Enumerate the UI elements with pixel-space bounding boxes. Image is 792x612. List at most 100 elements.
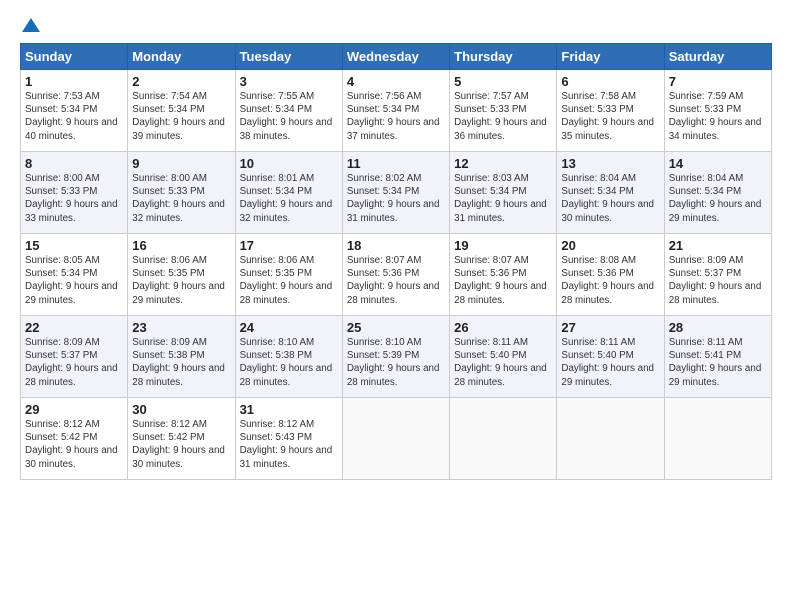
calendar-cell: 22 Sunrise: 8:09 AM Sunset: 5:37 PM Dayl…: [21, 316, 128, 398]
day-number: 22: [25, 320, 123, 335]
day-info: Sunrise: 8:09 AM Sunset: 5:37 PM Dayligh…: [25, 336, 123, 389]
day-info: Sunrise: 8:11 AM Sunset: 5:40 PM Dayligh…: [454, 336, 552, 389]
day-info: Sunrise: 7:58 AM Sunset: 5:33 PM Dayligh…: [561, 90, 659, 143]
calendar-week-row: 8 Sunrise: 8:00 AM Sunset: 5:33 PM Dayli…: [21, 152, 772, 234]
day-number: 25: [347, 320, 445, 335]
day-info: Sunrise: 7:55 AM Sunset: 5:34 PM Dayligh…: [240, 90, 338, 143]
calendar-cell: [664, 398, 771, 480]
day-info: Sunrise: 8:02 AM Sunset: 5:34 PM Dayligh…: [347, 172, 445, 225]
calendar-cell: 23 Sunrise: 8:09 AM Sunset: 5:38 PM Dayl…: [128, 316, 235, 398]
calendar-cell: 12 Sunrise: 8:03 AM Sunset: 5:34 PM Dayl…: [450, 152, 557, 234]
calendar-cell: 6 Sunrise: 7:58 AM Sunset: 5:33 PM Dayli…: [557, 70, 664, 152]
calendar-week-row: 29 Sunrise: 8:12 AM Sunset: 5:42 PM Dayl…: [21, 398, 772, 480]
day-number: 29: [25, 402, 123, 417]
header: [20, 18, 772, 31]
calendar-cell: 3 Sunrise: 7:55 AM Sunset: 5:34 PM Dayli…: [235, 70, 342, 152]
calendar-cell: 9 Sunrise: 8:00 AM Sunset: 5:33 PM Dayli…: [128, 152, 235, 234]
day-info: Sunrise: 7:53 AM Sunset: 5:34 PM Dayligh…: [25, 90, 123, 143]
day-info: Sunrise: 8:06 AM Sunset: 5:35 PM Dayligh…: [240, 254, 338, 307]
day-number: 4: [347, 74, 445, 89]
day-info: Sunrise: 8:12 AM Sunset: 5:42 PM Dayligh…: [25, 418, 123, 471]
day-number: 9: [132, 156, 230, 171]
calendar-header-row: SundayMondayTuesdayWednesdayThursdayFrid…: [21, 44, 772, 70]
day-number: 2: [132, 74, 230, 89]
calendar-weekday: Friday: [557, 44, 664, 70]
day-info: Sunrise: 8:04 AM Sunset: 5:34 PM Dayligh…: [669, 172, 767, 225]
calendar-weekday: Wednesday: [342, 44, 449, 70]
calendar-cell: 31 Sunrise: 8:12 AM Sunset: 5:43 PM Dayl…: [235, 398, 342, 480]
day-number: 17: [240, 238, 338, 253]
calendar-cell: 26 Sunrise: 8:11 AM Sunset: 5:40 PM Dayl…: [450, 316, 557, 398]
day-info: Sunrise: 8:00 AM Sunset: 5:33 PM Dayligh…: [132, 172, 230, 225]
calendar-weekday: Thursday: [450, 44, 557, 70]
day-number: 18: [347, 238, 445, 253]
calendar: SundayMondayTuesdayWednesdayThursdayFrid…: [20, 43, 772, 480]
day-info: Sunrise: 8:04 AM Sunset: 5:34 PM Dayligh…: [561, 172, 659, 225]
day-info: Sunrise: 7:56 AM Sunset: 5:34 PM Dayligh…: [347, 90, 445, 143]
day-number: 1: [25, 74, 123, 89]
calendar-week-row: 22 Sunrise: 8:09 AM Sunset: 5:37 PM Dayl…: [21, 316, 772, 398]
calendar-cell: 25 Sunrise: 8:10 AM Sunset: 5:39 PM Dayl…: [342, 316, 449, 398]
day-number: 10: [240, 156, 338, 171]
day-info: Sunrise: 7:54 AM Sunset: 5:34 PM Dayligh…: [132, 90, 230, 143]
calendar-cell: 20 Sunrise: 8:08 AM Sunset: 5:36 PM Dayl…: [557, 234, 664, 316]
calendar-weekday: Monday: [128, 44, 235, 70]
calendar-cell: 17 Sunrise: 8:06 AM Sunset: 5:35 PM Dayl…: [235, 234, 342, 316]
day-info: Sunrise: 8:07 AM Sunset: 5:36 PM Dayligh…: [454, 254, 552, 307]
calendar-weekday: Sunday: [21, 44, 128, 70]
calendar-cell: 8 Sunrise: 8:00 AM Sunset: 5:33 PM Dayli…: [21, 152, 128, 234]
calendar-cell: [557, 398, 664, 480]
logo: [20, 18, 40, 31]
day-info: Sunrise: 8:11 AM Sunset: 5:40 PM Dayligh…: [561, 336, 659, 389]
day-number: 11: [347, 156, 445, 171]
calendar-cell: 28 Sunrise: 8:11 AM Sunset: 5:41 PM Dayl…: [664, 316, 771, 398]
calendar-cell: 16 Sunrise: 8:06 AM Sunset: 5:35 PM Dayl…: [128, 234, 235, 316]
day-number: 26: [454, 320, 552, 335]
day-info: Sunrise: 8:07 AM Sunset: 5:36 PM Dayligh…: [347, 254, 445, 307]
page-container: SundayMondayTuesdayWednesdayThursdayFrid…: [0, 0, 792, 490]
day-number: 27: [561, 320, 659, 335]
day-info: Sunrise: 8:00 AM Sunset: 5:33 PM Dayligh…: [25, 172, 123, 225]
calendar-cell: 30 Sunrise: 8:12 AM Sunset: 5:42 PM Dayl…: [128, 398, 235, 480]
calendar-cell: 10 Sunrise: 8:01 AM Sunset: 5:34 PM Dayl…: [235, 152, 342, 234]
day-info: Sunrise: 8:06 AM Sunset: 5:35 PM Dayligh…: [132, 254, 230, 307]
calendar-cell: 2 Sunrise: 7:54 AM Sunset: 5:34 PM Dayli…: [128, 70, 235, 152]
day-number: 24: [240, 320, 338, 335]
day-number: 12: [454, 156, 552, 171]
calendar-cell: 13 Sunrise: 8:04 AM Sunset: 5:34 PM Dayl…: [557, 152, 664, 234]
calendar-week-row: 1 Sunrise: 7:53 AM Sunset: 5:34 PM Dayli…: [21, 70, 772, 152]
day-number: 16: [132, 238, 230, 253]
calendar-week-row: 15 Sunrise: 8:05 AM Sunset: 5:34 PM Dayl…: [21, 234, 772, 316]
day-info: Sunrise: 8:05 AM Sunset: 5:34 PM Dayligh…: [25, 254, 123, 307]
day-number: 6: [561, 74, 659, 89]
day-info: Sunrise: 7:57 AM Sunset: 5:33 PM Dayligh…: [454, 90, 552, 143]
calendar-weekday: Saturday: [664, 44, 771, 70]
calendar-cell: 24 Sunrise: 8:10 AM Sunset: 5:38 PM Dayl…: [235, 316, 342, 398]
calendar-cell: 21 Sunrise: 8:09 AM Sunset: 5:37 PM Dayl…: [664, 234, 771, 316]
calendar-cell: 29 Sunrise: 8:12 AM Sunset: 5:42 PM Dayl…: [21, 398, 128, 480]
calendar-cell: [342, 398, 449, 480]
calendar-cell: 19 Sunrise: 8:07 AM Sunset: 5:36 PM Dayl…: [450, 234, 557, 316]
day-info: Sunrise: 8:01 AM Sunset: 5:34 PM Dayligh…: [240, 172, 338, 225]
calendar-weekday: Tuesday: [235, 44, 342, 70]
calendar-cell: 18 Sunrise: 8:07 AM Sunset: 5:36 PM Dayl…: [342, 234, 449, 316]
day-info: Sunrise: 8:08 AM Sunset: 5:36 PM Dayligh…: [561, 254, 659, 307]
calendar-cell: 27 Sunrise: 8:11 AM Sunset: 5:40 PM Dayl…: [557, 316, 664, 398]
logo-icon: [22, 16, 40, 34]
calendar-cell: 14 Sunrise: 8:04 AM Sunset: 5:34 PM Dayl…: [664, 152, 771, 234]
day-info: Sunrise: 8:10 AM Sunset: 5:38 PM Dayligh…: [240, 336, 338, 389]
day-info: Sunrise: 8:12 AM Sunset: 5:42 PM Dayligh…: [132, 418, 230, 471]
day-number: 23: [132, 320, 230, 335]
day-info: Sunrise: 8:11 AM Sunset: 5:41 PM Dayligh…: [669, 336, 767, 389]
day-info: Sunrise: 8:09 AM Sunset: 5:38 PM Dayligh…: [132, 336, 230, 389]
day-number: 3: [240, 74, 338, 89]
day-number: 20: [561, 238, 659, 253]
day-number: 15: [25, 238, 123, 253]
calendar-cell: 7 Sunrise: 7:59 AM Sunset: 5:33 PM Dayli…: [664, 70, 771, 152]
day-info: Sunrise: 8:10 AM Sunset: 5:39 PM Dayligh…: [347, 336, 445, 389]
day-number: 30: [132, 402, 230, 417]
calendar-cell: 15 Sunrise: 8:05 AM Sunset: 5:34 PM Dayl…: [21, 234, 128, 316]
day-info: Sunrise: 8:03 AM Sunset: 5:34 PM Dayligh…: [454, 172, 552, 225]
day-number: 28: [669, 320, 767, 335]
calendar-cell: 1 Sunrise: 7:53 AM Sunset: 5:34 PM Dayli…: [21, 70, 128, 152]
